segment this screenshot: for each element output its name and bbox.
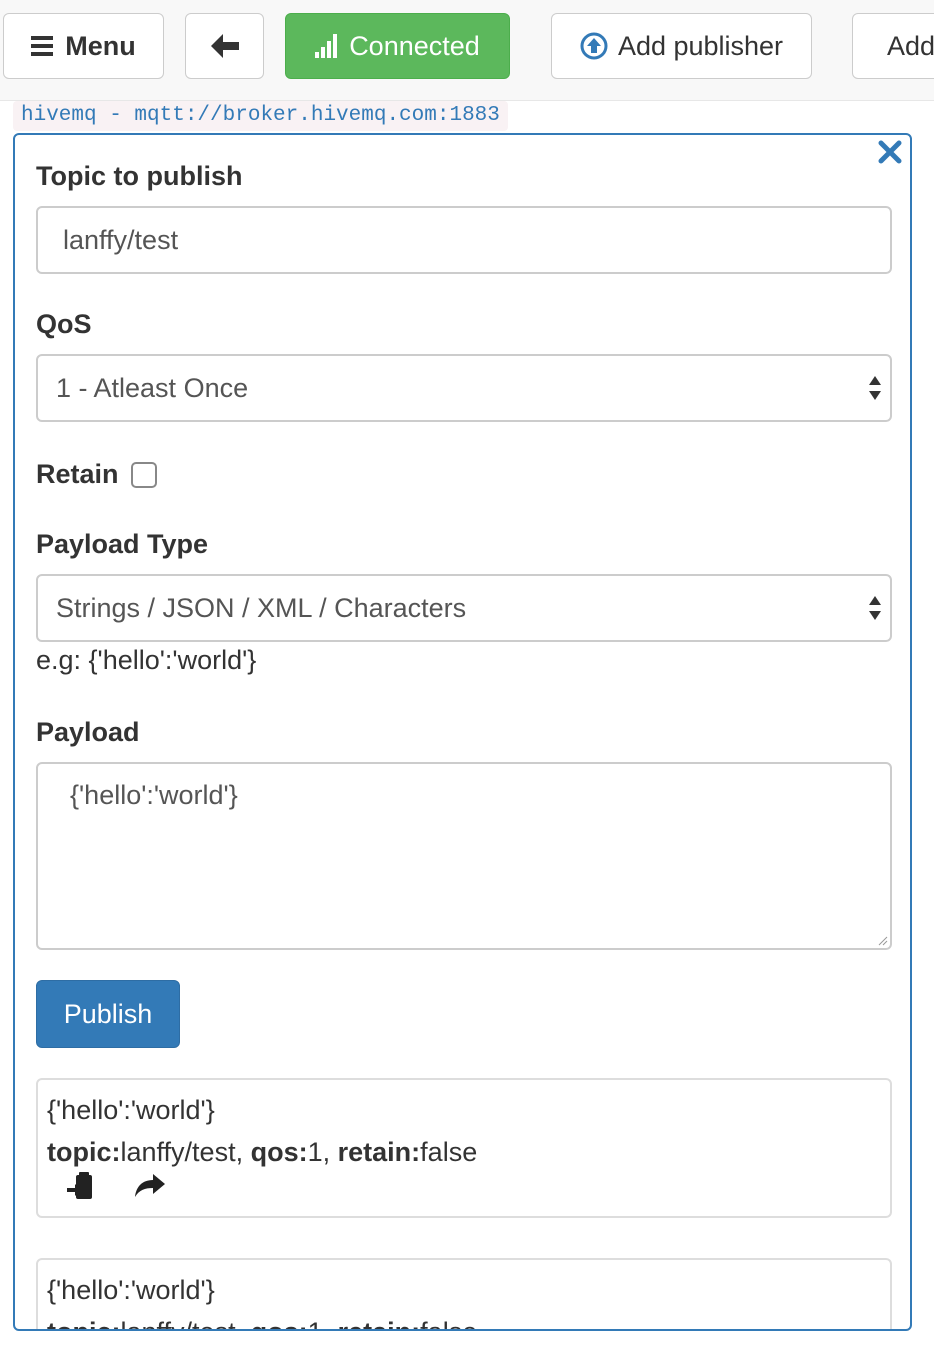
connection-label: hivemq - mqtt://broker.hivemq.com:1883 <box>13 101 508 131</box>
qos-key: qos: <box>250 1137 308 1167</box>
payload-hint: e.g: {'hello':'world'} <box>36 645 257 675</box>
back-button[interactable] <box>185 13 264 79</box>
payload-type-selected: Strings / JSON / XML / Characters <box>56 592 467 623</box>
payload-type-label: Payload Type <box>36 529 209 559</box>
forward-icon[interactable] <box>135 1174 165 1198</box>
select-arrows-icon <box>869 596 881 620</box>
message-topic: lanffy/test <box>121 1317 236 1329</box>
payload-textarea[interactable]: {'hello':'world'} <box>36 762 892 950</box>
message-qos: 1 <box>307 1137 323 1167</box>
add-subscriber-button[interactable]: Add subscriber <box>852 13 934 79</box>
topic-label: Topic to publish <box>36 161 243 191</box>
retain-key: retain: <box>337 1137 421 1167</box>
hamburger-icon <box>31 36 54 56</box>
message-payload: {'hello':'world'} <box>47 1275 215 1305</box>
topic-input[interactable]: lanffy/test <box>36 206 892 274</box>
publisher-panel: Topic to publish lanffy/test QoS 1 - Atl… <box>13 133 912 1331</box>
payload-label: Payload <box>36 717 140 747</box>
retain-key: retain: <box>338 1317 421 1329</box>
message-retain: false <box>420 1137 478 1167</box>
message-item: {'hello':'world'} topic:lanffy/test, qos… <box>36 1078 892 1218</box>
qos-label: QoS <box>36 309 92 339</box>
connected-button[interactable]: Connected <box>285 13 510 79</box>
retain-label: Retain <box>36 459 119 489</box>
connected-label: Connected <box>349 30 480 61</box>
message-payload: {'hello':'world'} <box>47 1095 215 1125</box>
arrow-left-icon <box>210 34 239 58</box>
menu-label: Menu <box>65 30 136 61</box>
topic-key: topic: <box>47 1137 121 1167</box>
message-meta: topic:lanffy/test, qos:1, retain:false <box>47 1137 478 1167</box>
payload-type-select[interactable]: Strings / JSON / XML / Characters <box>36 574 892 642</box>
message-qos: 1 <box>308 1317 323 1329</box>
qos-selected: 1 - Atleast Once <box>56 372 249 403</box>
select-arrows-icon <box>869 376 881 400</box>
signal-bars-icon <box>315 34 338 58</box>
upload-circle-icon <box>580 32 608 60</box>
add-subscriber-label: Add subscriber <box>887 30 934 61</box>
message-item: {'hello':'world'} topic:lanffy/test, qos… <box>36 1258 892 1329</box>
message-retain: false <box>420 1317 477 1329</box>
close-icon[interactable] <box>877 139 903 165</box>
menu-button[interactable]: Menu <box>3 13 164 79</box>
qos-select[interactable]: 1 - Atleast Once <box>36 354 892 422</box>
retain-checkbox[interactable] <box>131 462 157 488</box>
copy-icon[interactable] <box>67 1172 95 1202</box>
message-meta: topic:lanffy/test, qos:1, retain:false <box>47 1312 890 1329</box>
add-publisher-button[interactable]: Add publisher <box>551 13 812 79</box>
publish-button[interactable]: Publish <box>36 980 180 1048</box>
qos-key: qos: <box>251 1317 308 1329</box>
message-actions <box>47 1172 890 1212</box>
resize-grip-icon[interactable] <box>878 936 888 946</box>
topic-value: lanffy/test <box>63 224 179 255</box>
message-topic: lanffy/test <box>120 1137 236 1167</box>
topic-key: topic: <box>47 1317 121 1329</box>
payload-value: {'hello':'world'} <box>70 780 238 810</box>
toolbar: Menu Connected Add publisher Add subscri… <box>0 0 934 101</box>
add-publisher-label: Add publisher <box>617 30 784 61</box>
